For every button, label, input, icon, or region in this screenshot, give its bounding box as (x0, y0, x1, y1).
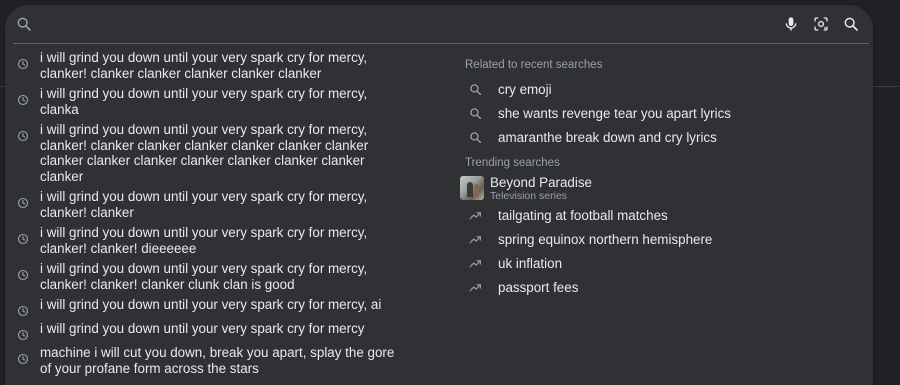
related-suggestion[interactable]: she wants revenge tear you apart lyrics (460, 101, 860, 125)
trending-entity-beyond-paradise[interactable]: Beyond Paradise Television series (460, 173, 860, 203)
related-suggestion[interactable]: amaranthe break down and cry lyrics (460, 125, 860, 149)
related-section-title: Related to recent searches (465, 59, 603, 71)
suggestion-text: cry emoji (498, 81, 552, 97)
history-item[interactable]: i will grind you down until your very sp… (5, 187, 425, 223)
related-suggestions-list: cry emoji she wants revenge tear you apar… (460, 77, 860, 149)
search-bar (5, 5, 873, 43)
search-suggestions-panel: i will grind you down until your very sp… (5, 5, 873, 385)
history-item-text: i will grind you down until your very sp… (40, 50, 368, 81)
trending-suggestion[interactable]: passport fees (460, 275, 860, 299)
trending-suggestion[interactable]: uk inflation (460, 251, 860, 275)
trending-up-icon (469, 257, 482, 270)
history-item[interactable]: i will grind you down until your very sp… (5, 223, 425, 259)
history-item[interactable]: i will grind you down until your very sp… (5, 48, 425, 84)
history-item-text: i will grind you down until your very sp… (40, 122, 369, 184)
history-clock-icon (17, 304, 29, 317)
history-item-text: i will grind you down until your very sp… (40, 261, 368, 292)
trending-suggestion[interactable]: spring equinox northern hemisphere (460, 227, 860, 251)
search-icon (469, 131, 482, 144)
history-item-text: i will grind you down until your very sp… (40, 225, 368, 256)
history-clock-icon (17, 352, 29, 365)
trending-up-icon (469, 233, 482, 246)
history-item-text: i will grind you down until your very sp… (40, 297, 382, 312)
suggestion-text: uk inflation (498, 255, 563, 271)
search-icon (469, 107, 482, 120)
history-item[interactable]: i will grind you down until your very sp… (5, 319, 425, 343)
suggestion-text: tailgating at football matches (498, 207, 668, 223)
entity-thumbnail (460, 176, 484, 200)
trending-section-title: Trending searches (465, 157, 560, 169)
history-clock-icon (17, 268, 29, 281)
entity-title: Beyond Paradise (490, 174, 592, 190)
history-clock-icon (17, 129, 29, 142)
search-submit-icon[interactable] (843, 16, 859, 32)
history-clock-icon (17, 328, 29, 341)
history-item-text: i will grind you down until your very sp… (40, 86, 368, 117)
search-icon (17, 17, 31, 31)
search-icon (469, 83, 482, 96)
history-item[interactable]: i will grind you down until your very sp… (5, 120, 425, 187)
history-item[interactable]: machine i will cut you down, break you a… (5, 343, 425, 379)
history-item-text: i will grind you down until your very sp… (40, 321, 365, 336)
suggestion-text: passport fees (498, 279, 579, 295)
trending-up-icon (469, 281, 482, 294)
history-item[interactable]: i will grind you down until your very sp… (5, 295, 425, 319)
history-clock-icon (17, 93, 29, 106)
history-clock-icon (17, 196, 29, 209)
related-suggestion[interactable]: cry emoji (460, 77, 860, 101)
history-item[interactable]: i will grind you down until your very sp… (5, 84, 425, 120)
suggestions-column: Related to recent searches cry emoji she … (460, 57, 860, 299)
search-divider (13, 43, 869, 44)
suggestion-text: she wants revenge tear you apart lyrics (498, 105, 731, 121)
trending-suggestion[interactable]: tailgating at football matches (460, 203, 860, 227)
history-clock-icon (17, 232, 29, 245)
page-divider-right (873, 86, 900, 87)
google-lens-icon[interactable] (813, 16, 829, 32)
history-clock-icon (17, 57, 29, 70)
entity-text: Beyond Paradise Television series (490, 175, 592, 202)
history-item-text: machine i will cut you down, break you a… (40, 345, 395, 376)
history-item-text: i will grind you down until your very sp… (40, 189, 368, 220)
entity-subtitle: Television series (490, 189, 568, 202)
suggestion-text: amaranthe break down and cry lyrics (498, 129, 717, 145)
suggestion-text: spring equinox northern hemisphere (498, 231, 713, 247)
trending-suggestions-list: tailgating at football matches spring equ… (460, 203, 860, 299)
search-input[interactable] (43, 13, 773, 35)
trending-up-icon (469, 209, 482, 222)
history-item[interactable]: i will grind you down until your very sp… (5, 259, 425, 295)
search-history-list: i will grind you down until your very sp… (5, 48, 425, 379)
microphone-icon[interactable] (783, 16, 799, 32)
